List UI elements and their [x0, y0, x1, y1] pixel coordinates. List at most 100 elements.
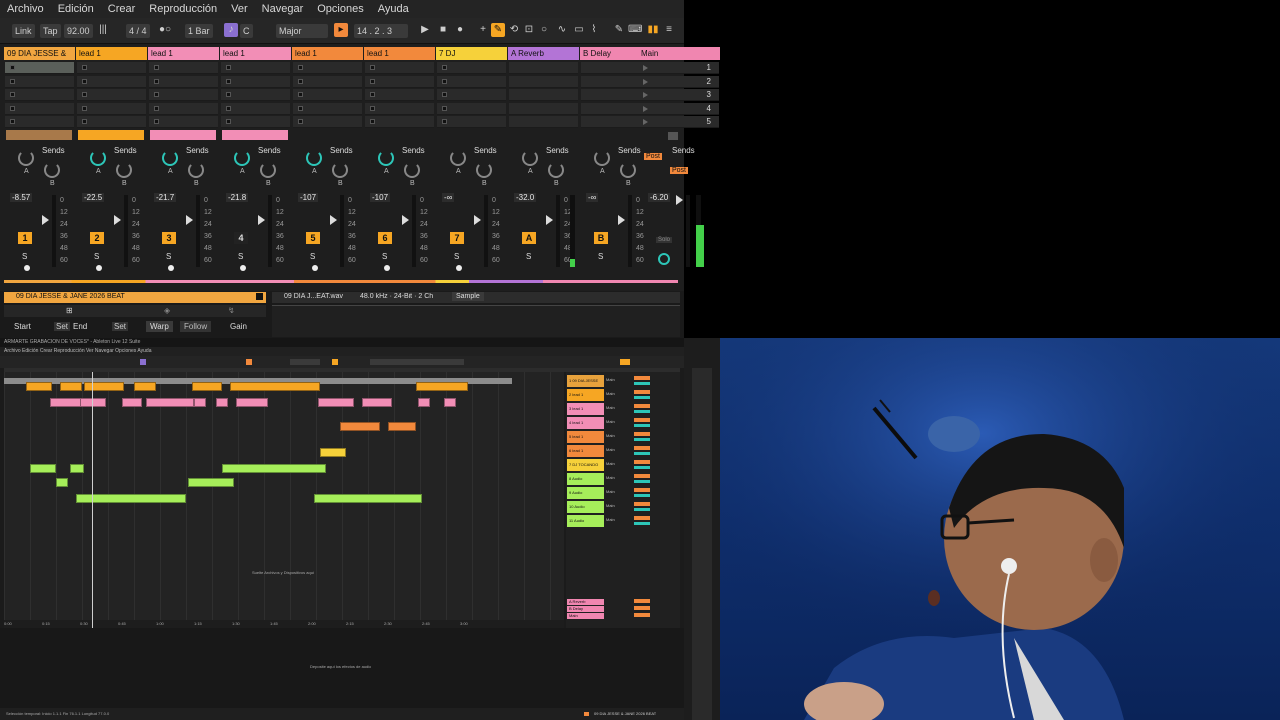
clip-slot[interactable] [221, 75, 290, 88]
solo-button[interactable]: S [526, 252, 531, 261]
mixer-output[interactable]: Main [606, 391, 615, 396]
track-header[interactable]: lead 1 [76, 47, 147, 60]
send-a-knob[interactable] [18, 150, 34, 166]
arm-button[interactable] [456, 265, 462, 271]
send-b-knob[interactable] [620, 162, 636, 178]
record-dots-icon[interactable]: ●○ [158, 23, 172, 37]
scene-launch-icon[interactable] [643, 105, 648, 112]
track-header[interactable]: 7 DJ [436, 47, 507, 60]
track-activator-button[interactable]: B [594, 232, 608, 244]
mixer-return-row[interactable]: Main [566, 612, 680, 619]
mixer-output[interactable]: Main [606, 461, 615, 466]
warp-button[interactable]: Warp [146, 321, 173, 332]
menu-item[interactable]: Ayuda [371, 0, 416, 18]
volume-value[interactable]: -22.5 [82, 193, 105, 202]
arrangement-clip[interactable] [314, 494, 422, 503]
set-start-button[interactable]: Set [54, 322, 71, 331]
arrangement-clip[interactable] [444, 398, 456, 407]
track-activator-button[interactable]: 4 [234, 232, 248, 244]
clip-stop-button-icon[interactable] [82, 119, 87, 124]
track-activator-button[interactable]: 7 [450, 232, 464, 244]
clip-stop-button-icon[interactable] [298, 119, 303, 124]
volume-fader[interactable] [412, 195, 416, 267]
arrangement-clip[interactable] [222, 464, 326, 473]
mixer-output[interactable]: Main [606, 433, 615, 438]
clip-slot[interactable] [5, 89, 74, 101]
arm-button[interactable] [168, 265, 174, 271]
mixer-volume-box[interactable] [634, 502, 650, 506]
fader-arrow-icon[interactable] [186, 215, 193, 225]
clip-slot[interactable] [5, 62, 74, 74]
fader-arrow-icon[interactable] [42, 215, 49, 225]
mixer-pan-box[interactable] [634, 410, 650, 413]
scale-select[interactable]: Major [276, 24, 328, 38]
clip-stop-button-icon[interactable] [154, 105, 159, 111]
mixer-track-name[interactable]: 6 lead 1 [567, 445, 604, 457]
mixer-volume-box[interactable] [634, 474, 650, 478]
track-activator-button[interactable]: 5 [306, 232, 320, 244]
arrangement-clip[interactable] [192, 382, 222, 391]
volume-fader[interactable] [52, 195, 56, 267]
pencil-icon[interactable]: ✎ [612, 23, 626, 37]
mixer-track-name[interactable]: 1 09 DIA JESSE [567, 375, 604, 387]
scene-launch-icon[interactable] [643, 65, 648, 71]
clip-slot[interactable] [365, 89, 434, 101]
volume-value[interactable]: -107 [298, 193, 319, 202]
arm-button[interactable] [384, 265, 390, 271]
follow-icon[interactable]: ▸ [334, 23, 348, 37]
clip-slot[interactable] [293, 102, 362, 115]
clip-slot[interactable] [221, 102, 290, 115]
menu-item[interactable]: Crear [101, 0, 143, 18]
clip-stop-button-icon[interactable] [10, 65, 15, 70]
scene-row[interactable]: 2 [639, 75, 719, 88]
key-select[interactable]: C [240, 24, 253, 38]
menu-item[interactable]: Opciones [310, 0, 370, 18]
volume-fader[interactable] [628, 195, 632, 267]
mixer-volume-box[interactable] [634, 390, 650, 394]
scene-row[interactable]: 1 [639, 62, 719, 74]
clip-slot[interactable] [437, 75, 506, 88]
mixer-row[interactable]: 7 DJ TOCANDO Main [566, 458, 680, 472]
clip-stop-button-icon[interactable] [442, 119, 447, 124]
volume-value[interactable]: -21.8 [226, 193, 249, 202]
arrangement-clip[interactable] [84, 382, 124, 391]
send-b-knob[interactable] [260, 162, 276, 178]
send-b-knob[interactable] [188, 162, 204, 178]
arm-button[interactable] [312, 265, 318, 271]
clip-stop-button-icon[interactable] [154, 78, 159, 84]
mixer-pan-box[interactable] [634, 480, 650, 483]
mixer-volume-box[interactable] [634, 376, 650, 380]
mixer-pan-box[interactable] [634, 466, 650, 469]
volume-value[interactable]: -∞ [442, 193, 455, 202]
arrangement-clip[interactable] [146, 398, 194, 407]
tap-button[interactable]: Tap [40, 24, 61, 38]
mixer-volume-box[interactable] [634, 418, 650, 422]
clip-env-icon[interactable]: ↯ [228, 306, 235, 315]
mixer-row[interactable]: 4 lead 1 Main [566, 416, 680, 430]
mixer-volume-box[interactable] [634, 432, 650, 436]
mixer-row[interactable]: 9 Audio Main [566, 486, 680, 500]
automation-arm-icon[interactable]: ✎ [491, 23, 505, 37]
mixer-pan-box[interactable] [634, 452, 650, 455]
menu-item[interactable]: Navegar [255, 0, 311, 18]
mixer-row[interactable]: 5 lead 1 Main [566, 430, 680, 444]
fader-arrow-icon[interactable] [676, 195, 683, 205]
clip-slot[interactable] [365, 116, 434, 128]
arrangement-clip[interactable] [340, 422, 380, 431]
mixer-row[interactable]: 11 Audio Main [566, 514, 680, 528]
clip-stop-button-icon[interactable] [82, 105, 87, 111]
arrangement-clip[interactable] [362, 398, 392, 407]
clip-stop-button-icon[interactable] [370, 105, 375, 111]
send-b-knob[interactable] [332, 162, 348, 178]
mixer-row[interactable]: 2 lead 1 Main [566, 388, 680, 402]
record-icon[interactable]: ● [453, 23, 467, 37]
clip-stop-button-icon[interactable] [226, 119, 231, 124]
clip-slot[interactable] [5, 102, 74, 115]
mixer-volume-box[interactable] [634, 404, 650, 408]
volume-value[interactable]: -107 [370, 193, 391, 202]
arrangement-clip[interactable] [320, 448, 346, 457]
scene-launch-icon[interactable] [643, 92, 648, 98]
clip-stop-button-icon[interactable] [154, 92, 159, 97]
send-b-knob[interactable] [404, 162, 420, 178]
send-a-knob[interactable] [522, 150, 538, 166]
